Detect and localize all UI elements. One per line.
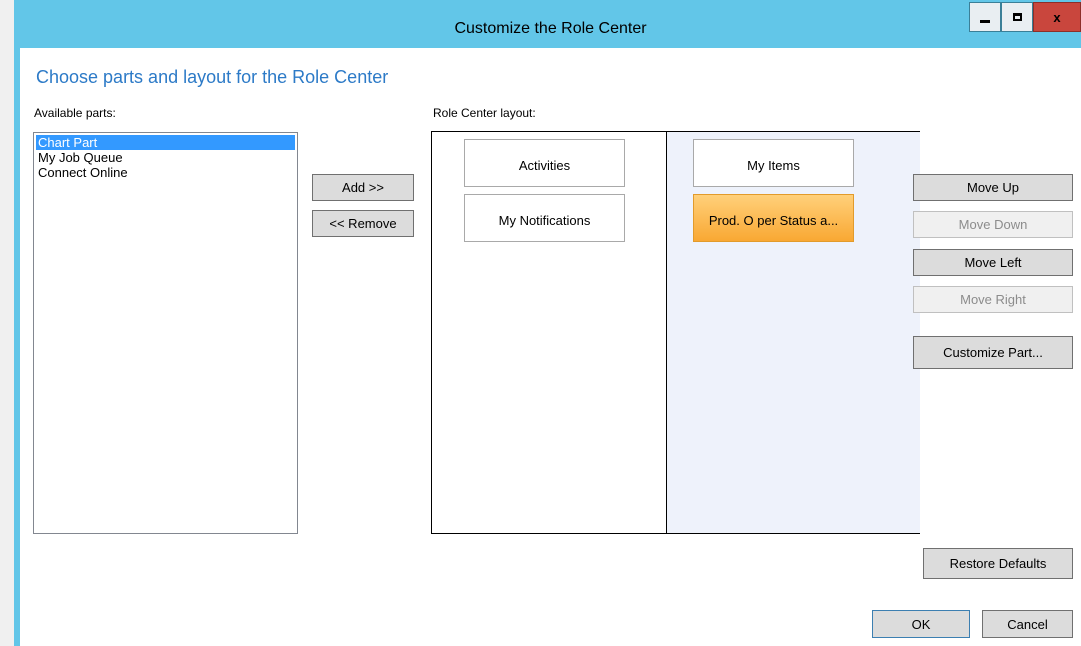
customize-role-center-dialog: Customize the Role Center x Choose parts… xyxy=(14,0,1081,646)
window-title: Customize the Role Center xyxy=(454,20,647,37)
cancel-button[interactable]: Cancel xyxy=(982,610,1073,638)
role-center-layout-label: Role Center layout: xyxy=(433,106,536,120)
move-right-button[interactable]: Move Right xyxy=(913,286,1073,313)
maximize-icon xyxy=(1012,13,1022,21)
role-center-layout-area[interactable]: Activities My Notifications My Items Pro… xyxy=(431,131,920,534)
page-heading: Choose parts and layout for the Role Cen… xyxy=(36,67,389,87)
layout-part-my-notifications[interactable]: My Notifications xyxy=(464,194,625,242)
restore-defaults-button[interactable]: Restore Defaults xyxy=(923,548,1073,579)
minimize-button[interactable] xyxy=(969,2,1001,32)
move-down-button[interactable]: Move Down xyxy=(913,211,1073,238)
available-parts-label: Available parts: xyxy=(34,106,116,120)
available-parts-list[interactable]: Chart Part My Job Queue Connect Online xyxy=(33,132,298,534)
layout-part-prod-orders-selected[interactable]: Prod. O per Status a... xyxy=(693,194,854,242)
list-item-chart-part[interactable]: Chart Part xyxy=(36,135,295,150)
desktop-background xyxy=(0,0,14,646)
layout-part-my-items[interactable]: My Items xyxy=(693,139,854,187)
ok-button[interactable]: OK xyxy=(872,610,970,638)
move-left-button[interactable]: Move Left xyxy=(913,249,1073,276)
customize-part-button[interactable]: Customize Part... xyxy=(913,336,1073,369)
add-button[interactable]: Add >> xyxy=(312,174,414,201)
minimize-icon xyxy=(980,19,990,23)
layout-part-activities[interactable]: Activities xyxy=(464,139,625,187)
title-bar[interactable]: Customize the Role Center x xyxy=(20,0,1081,48)
layout-column-2[interactable]: My Items Prod. O per Status a... xyxy=(666,132,920,533)
close-icon: x xyxy=(1053,9,1061,25)
list-item-connect-online[interactable]: Connect Online xyxy=(36,165,295,180)
move-up-button[interactable]: Move Up xyxy=(913,174,1073,201)
remove-button[interactable]: << Remove xyxy=(312,210,414,237)
list-item-my-job-queue[interactable]: My Job Queue xyxy=(36,150,295,165)
maximize-button[interactable] xyxy=(1001,2,1033,32)
close-button[interactable]: x xyxy=(1033,2,1081,32)
